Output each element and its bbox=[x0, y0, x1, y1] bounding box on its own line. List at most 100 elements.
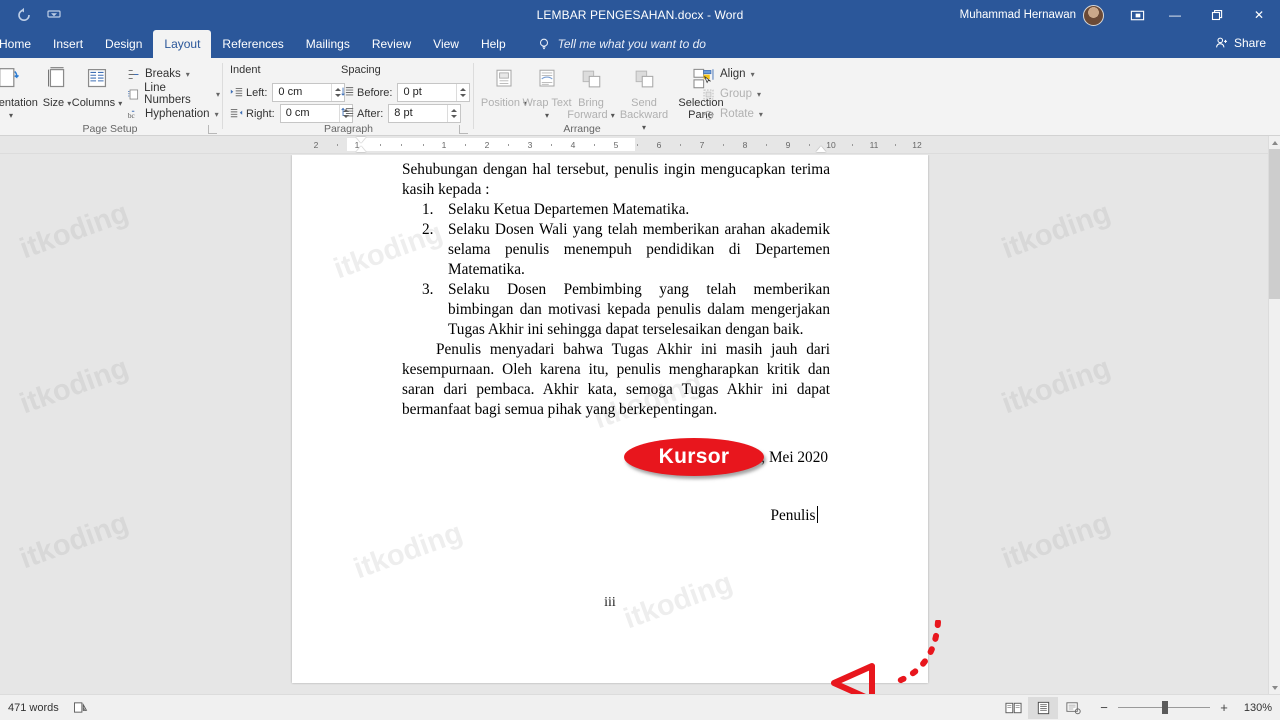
group-label: Group bbox=[720, 88, 752, 100]
columns-caret[interactable]: ▾ bbox=[118, 99, 122, 108]
rotate-caret[interactable]: ▾ bbox=[759, 110, 763, 119]
ruler-tick-9: 9 bbox=[785, 140, 791, 150]
zoom-out-button[interactable]: − bbox=[1098, 700, 1110, 715]
tab-references[interactable]: References bbox=[211, 30, 294, 58]
indent-header: Indent bbox=[230, 64, 261, 76]
left-indent-marker[interactable] bbox=[356, 146, 366, 152]
tell-me-search[interactable]: Tell me what you want to do bbox=[537, 30, 706, 58]
zoom-slider[interactable] bbox=[1118, 701, 1210, 715]
indent-left-label: Left: bbox=[246, 86, 268, 99]
indent-right-value[interactable]: 0 cm bbox=[281, 105, 339, 122]
first-line-indent-marker[interactable] bbox=[356, 137, 366, 143]
line-numbers-button[interactable]: Line Numbers ▾ bbox=[127, 82, 220, 106]
hyphenation-caret[interactable]: ▾ bbox=[215, 110, 219, 119]
document-page[interactable]: itkoding itkoding itkoding itkoding Sehu… bbox=[292, 155, 928, 683]
proofing-errors-icon[interactable]: x bbox=[73, 701, 88, 714]
share-button[interactable]: Share bbox=[1215, 36, 1266, 50]
list-item: 1. Selaku Ketua Departemen Matematika. bbox=[402, 200, 830, 220]
ruler-tick-10: 10 bbox=[826, 140, 836, 150]
spacing-after-value[interactable]: 8 pt bbox=[389, 105, 447, 122]
list-item-text: Selaku Ketua Departemen Matematika. bbox=[448, 201, 690, 218]
view-web-layout[interactable] bbox=[1058, 697, 1088, 719]
share-label: Share bbox=[1233, 36, 1266, 50]
horizontal-ruler[interactable]: 2 1 1 2 3 4 5 6 7 8 9 10 11 12 bbox=[0, 136, 1268, 154]
vertical-scrollbar[interactable] bbox=[1268, 136, 1280, 694]
view-print-layout[interactable] bbox=[1028, 696, 1058, 719]
document-text[interactable]: Sehubungan dengan hal tersebut, penulis … bbox=[402, 160, 830, 526]
bring-forward-button[interactable]: Bring Forward ▾ bbox=[564, 61, 618, 121]
columns-button[interactable]: Columns ▾ bbox=[70, 61, 124, 109]
ribbon-separator-1 bbox=[222, 63, 223, 129]
tab-mailings[interactable]: Mailings bbox=[295, 30, 361, 58]
watermark: itkoding bbox=[15, 506, 133, 576]
scrollbar-thumb[interactable] bbox=[1269, 149, 1280, 299]
annotation-badge-kursor: Kursor bbox=[624, 438, 764, 476]
status-bar-right: − + 130% bbox=[998, 696, 1272, 719]
view-read-mode[interactable] bbox=[998, 697, 1028, 719]
size-label: Size bbox=[42, 97, 65, 109]
send-backward-label: Send Backward bbox=[619, 97, 669, 121]
wrap-text-caret[interactable]: ▾ bbox=[545, 111, 549, 120]
ribbon-tabs: Home Insert Design Layout References Mai… bbox=[0, 30, 1280, 58]
group-button[interactable]: Group ▾ bbox=[702, 84, 761, 104]
scroll-down-button[interactable] bbox=[1269, 681, 1280, 694]
tab-insert[interactable]: Insert bbox=[42, 30, 94, 58]
page-setup-dialog-launcher[interactable] bbox=[208, 125, 217, 134]
signature-name: Penulis bbox=[770, 507, 816, 524]
tab-view[interactable]: View bbox=[422, 30, 470, 58]
close-button[interactable]: ✕ bbox=[1238, 0, 1280, 30]
spacing-before-spinbox[interactable]: 0 pt bbox=[397, 83, 471, 102]
minimize-button[interactable]: — bbox=[1154, 0, 1196, 30]
align-caret[interactable]: ▾ bbox=[751, 70, 755, 79]
indent-left-spinbox[interactable]: 0 cm bbox=[272, 83, 346, 102]
ribbon-display-options-icon[interactable] bbox=[1120, 0, 1154, 30]
spacing-before-field: Before: 0 pt bbox=[341, 83, 471, 102]
spacing-before-value[interactable]: 0 pt bbox=[398, 84, 456, 101]
spacing-before-spin-arrows[interactable] bbox=[456, 84, 469, 101]
list-item: 2. Selaku Dosen Wali yang telah memberik… bbox=[402, 220, 830, 280]
document-canvas[interactable]: itkoding itkoding itkoding itkoding itko… bbox=[0, 155, 1268, 694]
tab-review[interactable]: Review bbox=[361, 30, 422, 58]
indent-left-value[interactable]: 0 cm bbox=[273, 84, 331, 101]
avatar[interactable] bbox=[1083, 4, 1104, 26]
zoom-controls: − + 130% bbox=[1098, 700, 1272, 715]
annotation-label: Kursor bbox=[658, 445, 730, 468]
zoom-slider-thumb[interactable] bbox=[1162, 701, 1168, 714]
paragraph-intro: Sehubungan dengan hal tersebut, penulis … bbox=[402, 161, 830, 198]
spacing-after-icon bbox=[341, 107, 354, 117]
bring-forward-caret[interactable]: ▾ bbox=[611, 111, 615, 120]
line-numbers-icon bbox=[128, 89, 139, 99]
align-button[interactable]: Align ▾ bbox=[702, 64, 755, 84]
breaks-button[interactable]: Breaks ▾ bbox=[127, 64, 190, 84]
rotate-button[interactable]: Rotate ▾ bbox=[702, 104, 763, 124]
line-numbers-caret[interactable]: ▾ bbox=[216, 90, 220, 99]
restore-button[interactable] bbox=[1196, 0, 1238, 30]
scroll-up-button[interactable] bbox=[1269, 136, 1280, 149]
tab-layout[interactable]: Layout bbox=[153, 30, 212, 58]
zoom-level[interactable]: 130% bbox=[1238, 702, 1272, 714]
tab-home[interactable]: Home bbox=[0, 30, 42, 58]
hyphenation-icon: bc bbox=[128, 110, 136, 119]
bring-forward-icon bbox=[564, 61, 618, 97]
ruler-tick-7: 7 bbox=[699, 140, 705, 150]
tab-help[interactable]: Help bbox=[470, 30, 517, 58]
breaks-caret[interactable]: ▾ bbox=[186, 70, 190, 79]
group-caret[interactable]: ▾ bbox=[757, 90, 761, 99]
hyphenation-button[interactable]: bc Hyphenation ▾ bbox=[127, 104, 219, 124]
list-item-text: Selaku Dosen Pembimbing yang telah membe… bbox=[448, 281, 830, 338]
spacing-after-spinbox[interactable]: 8 pt bbox=[388, 104, 462, 123]
zoom-in-button[interactable]: + bbox=[1218, 700, 1230, 715]
ruler-tick-1: 1 bbox=[441, 140, 447, 150]
arrange-group-label: Arrange bbox=[563, 123, 601, 135]
orientation-caret[interactable]: ▾ bbox=[9, 111, 13, 120]
ribbon-group-arrange: Position ▾ Wrap Text ▾ Bring Forward ▾ S… bbox=[477, 58, 777, 136]
word-count[interactable]: 471 words bbox=[8, 702, 59, 714]
columns-icon bbox=[70, 61, 124, 97]
spacing-before-label: Before: bbox=[357, 86, 393, 99]
spacing-after-spin-arrows[interactable] bbox=[447, 105, 460, 122]
title-bar-right: Muhammad Hernawan — ✕ bbox=[960, 0, 1280, 30]
watermark: itkoding bbox=[997, 351, 1115, 421]
right-indent-marker[interactable] bbox=[816, 146, 826, 152]
ribbon-group-page-setup: Orientation ▾ Size ▾ Columns ▾ Breaks bbox=[0, 58, 220, 136]
tab-design[interactable]: Design bbox=[94, 30, 153, 58]
